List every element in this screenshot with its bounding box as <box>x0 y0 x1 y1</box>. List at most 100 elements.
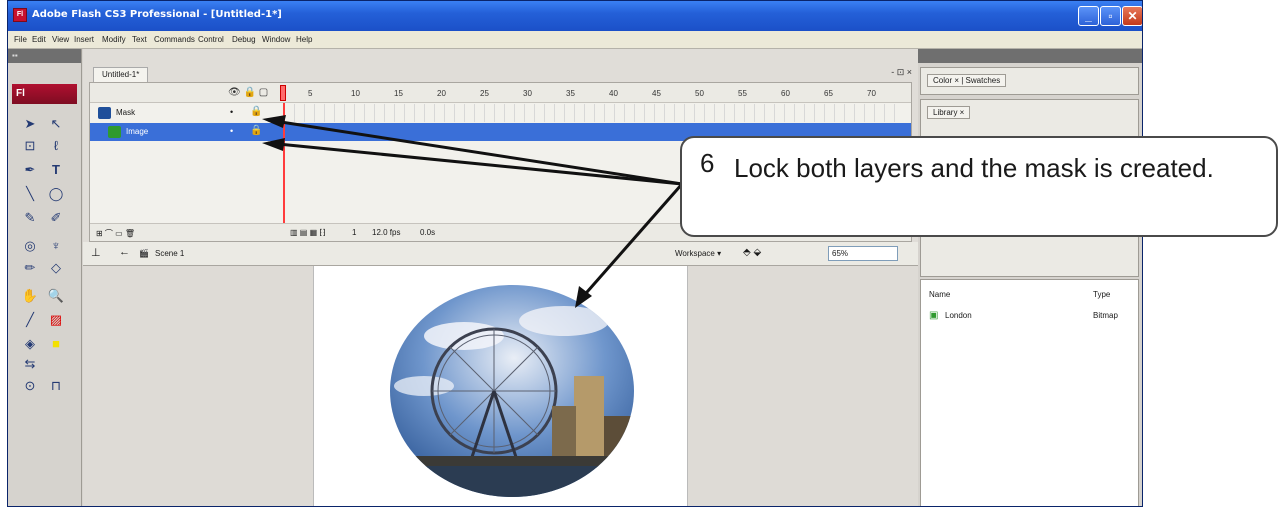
document-controls[interactable]: - ⊡ × <box>891 67 912 78</box>
menu-debug[interactable]: Debug <box>232 35 256 44</box>
paint-bucket-tool-icon[interactable]: ♆ <box>44 235 68 257</box>
menu-help[interactable]: Help <box>296 35 312 44</box>
masked-layer-icon <box>108 126 121 138</box>
playhead-line <box>283 103 285 223</box>
subselection-tool-icon[interactable]: ↖ <box>44 113 68 135</box>
visibility-dot[interactable]: • <box>230 107 233 117</box>
library-item-type: Bitmap <box>1093 311 1118 320</box>
column-name-header[interactable]: Name <box>929 290 950 299</box>
bitmap-icon: ▣ <box>929 310 939 321</box>
timeline-toggle-icon[interactable]: ⊥ <box>91 246 101 259</box>
menu-window[interactable]: Window <box>262 35 290 44</box>
panels-header[interactable] <box>918 49 1142 63</box>
step-text: Lock both layers and the mask is created… <box>734 153 1214 183</box>
frame-number: 20 <box>437 89 446 98</box>
menu-text[interactable]: Text <box>132 35 147 44</box>
menu-file[interactable]: File <box>14 35 27 44</box>
elapsed-time: 0.0s <box>420 228 436 237</box>
smooth-icon[interactable]: ⊓ <box>44 375 68 397</box>
frame-number: 70 <box>867 89 876 98</box>
oval-tool-icon[interactable]: ◯ <box>44 183 68 205</box>
pencil-tool-icon[interactable]: ✎ <box>18 207 42 229</box>
swap-colors-icon[interactable]: ⇆ <box>18 353 42 375</box>
frame-number: 25 <box>480 89 489 98</box>
close-button[interactable]: ✕ <box>1122 6 1142 26</box>
menu-edit[interactable]: Edit <box>32 35 46 44</box>
timeline-header: 👁 🔒 ▢ 5 10 15 20 25 30 35 40 45 50 55 60… <box>90 83 911 103</box>
lock-icon[interactable]: 🔒 <box>250 125 262 136</box>
zoom-select[interactable]: 65% <box>828 246 898 261</box>
layer-column-icons[interactable]: 👁 🔒 ▢ <box>228 87 268 98</box>
frame-cells[interactable] <box>285 104 895 122</box>
frame-rate: 12.0 fps <box>372 228 401 237</box>
menu-bar: File Edit View Insert Modify Text Comman… <box>8 31 1142 49</box>
minimize-button[interactable]: _ <box>1078 6 1099 26</box>
pen-tool-icon[interactable]: ✒ <box>18 159 42 181</box>
library-item-name[interactable]: London <box>945 311 972 320</box>
menu-view[interactable]: View <box>52 35 69 44</box>
fill-color-icon[interactable]: ◈ <box>18 333 42 355</box>
library-tab[interactable]: Library × <box>927 106 971 119</box>
tools-panel-header[interactable]: ▪▪ <box>8 49 81 63</box>
stage[interactable] <box>313 266 689 507</box>
hand-tool-icon[interactable]: ✋ <box>18 285 42 307</box>
lock-icon[interactable]: 🔒 <box>250 106 262 117</box>
pasteboard <box>83 266 918 507</box>
color-panel: Color × | Swatches <box>920 67 1139 95</box>
frame-number: 35 <box>566 89 575 98</box>
frame-number: 45 <box>652 89 661 98</box>
flash-logo: Fl <box>12 84 77 104</box>
right-panels: Color × | Swatches Library × Name Type ▣… <box>918 49 1142 506</box>
lasso-tool-icon[interactable]: ℓ <box>44 135 68 157</box>
flash-window: Fl Adobe Flash CS3 Professional - [Untit… <box>7 0 1143 507</box>
color-swatches-tab[interactable]: Color × | Swatches <box>927 74 1007 87</box>
edit-symbols-icon[interactable]: ⬘ ⬙ <box>743 247 761 258</box>
layer-name: Mask <box>116 108 136 117</box>
line-tool-icon[interactable]: ╲ <box>18 183 42 205</box>
instruction-callout: 6 Lock both layers and the mask is creat… <box>680 136 1278 237</box>
zoom-tool-icon[interactable]: 🔍 <box>44 285 68 307</box>
mask-layer-icon <box>98 107 111 119</box>
flash-app-icon: Fl <box>13 8 27 22</box>
layer-buttons-icon[interactable]: ⊞ ⌒ ▭ 🗑 <box>96 228 135 239</box>
column-type-header[interactable]: Type <box>1093 290 1110 299</box>
text-tool-icon[interactable]: T <box>44 159 68 181</box>
frame-number: 55 <box>738 89 747 98</box>
stroke-color-icon[interactable]: ╱ <box>18 309 42 331</box>
menu-insert[interactable]: Insert <box>74 35 94 44</box>
workspace-menu[interactable]: Workspace ▾ <box>675 249 721 258</box>
eraser-tool-icon[interactable]: ◇ <box>44 257 68 279</box>
current-frame: 1 <box>352 228 357 237</box>
brush-tool-icon[interactable]: ✐ <box>44 207 68 229</box>
layer-row-mask[interactable]: Mask • 🔒 <box>90 104 911 122</box>
selection-tool-icon[interactable]: ➤ <box>18 113 42 135</box>
frame-number: 50 <box>695 89 704 98</box>
maximize-button[interactable]: ▫ <box>1100 6 1121 26</box>
stroke-color-swatch-icon[interactable]: ▨ <box>44 309 68 331</box>
playhead[interactable] <box>280 85 286 101</box>
menu-modify[interactable]: Modify <box>102 35 126 44</box>
step-number: 6 <box>700 148 715 178</box>
snap-to-objects-icon[interactable]: ⊙ <box>18 375 42 397</box>
frame-number: 65 <box>824 89 833 98</box>
masked-image[interactable] <box>314 266 689 507</box>
menu-commands[interactable]: Commands <box>154 35 195 44</box>
title-bar: Fl Adobe Flash CS3 Professional - [Untit… <box>8 1 1142 31</box>
frame-number: 40 <box>609 89 618 98</box>
fill-color-swatch-icon[interactable]: ■ <box>44 333 68 355</box>
document-tab[interactable]: Untitled-1* <box>93 67 149 82</box>
visibility-dot[interactable]: • <box>230 126 233 136</box>
onion-skin-icons[interactable]: ▥ ▤ ▦ ⁅⁆ <box>290 228 326 237</box>
frame-number: 60 <box>781 89 790 98</box>
menu-control[interactable]: Control <box>198 35 224 44</box>
tools-panel: ▪▪ Fl ➤ ↖ ⊡ ℓ ✒ T ╲ ◯ ✎ ✐ ◎ ♆ ✏ ◇ ✋ 🔍 ╱ … <box>8 49 82 506</box>
frame-number: 30 <box>523 89 532 98</box>
scene-icon: 🎬 <box>139 249 149 258</box>
document-area: Untitled-1* - ⊡ × 👁 🔒 ▢ 5 10 15 20 25 30… <box>83 49 918 507</box>
layer-name: Image <box>126 127 149 136</box>
eyedropper-tool-icon[interactable]: ✏ <box>18 257 42 279</box>
back-arrow-icon[interactable]: ← <box>119 246 130 258</box>
scene-name[interactable]: Scene 1 <box>155 249 184 258</box>
free-transform-tool-icon[interactable]: ⊡ <box>18 135 42 157</box>
ink-bottle-tool-icon[interactable]: ◎ <box>18 235 42 257</box>
